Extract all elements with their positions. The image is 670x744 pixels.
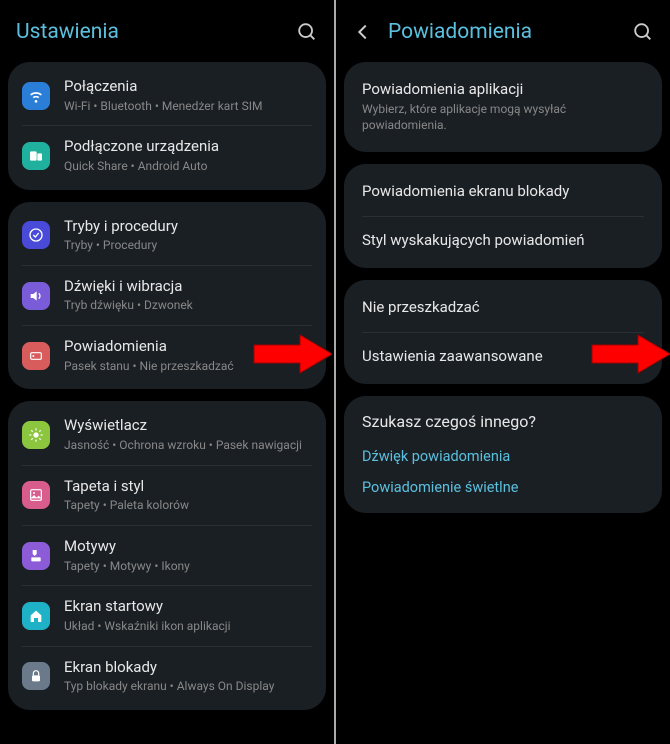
settings-row[interactable]: Podłączone urządzeniaQuick Share • Andro…: [8, 126, 326, 185]
search-icon[interactable]: [632, 21, 654, 43]
notif-icon: [22, 342, 50, 370]
settings-row[interactable]: MotywyTapety • Motywy • Ikony: [8, 526, 326, 585]
settings-row[interactable]: Tryby i proceduryTryby • Procedury: [8, 206, 326, 265]
notif-row[interactable]: Ustawienia zaawansowane: [344, 333, 662, 381]
highlight-arrow-icon: [590, 333, 670, 379]
row-title: Wyświetlacz: [64, 416, 312, 436]
row-subtitle: Wybierz, które aplikacje mogą wysyłać po…: [362, 101, 644, 135]
row-title: Motywy: [64, 537, 312, 557]
row-subtitle: Typ blokady ekranu • Always On Display: [64, 678, 312, 695]
notif-row[interactable]: Nie przeszkadzać: [344, 284, 662, 332]
notif-row[interactable]: Styl wyskakujących powiadomień: [344, 217, 662, 265]
wallpaper-icon: [22, 481, 50, 509]
header: Ustawienia: [0, 0, 334, 62]
themes-icon: [22, 542, 50, 570]
related-link[interactable]: Dźwięk powiadomienia: [362, 441, 644, 472]
notif-row[interactable]: Powiadomienia ekranu blokady: [344, 168, 662, 216]
notif-row[interactable]: Powiadomienia aplikacjiWybierz, które ap…: [344, 66, 662, 148]
row-subtitle: Quick Share • Android Auto: [64, 158, 312, 175]
row-title: Nie przeszkadzać: [362, 298, 644, 318]
settings-row[interactable]: PołączeniaWi-Fi • Bluetooth • Menedżer k…: [8, 66, 326, 125]
row-title: Dźwięki i wibracja: [64, 277, 312, 297]
page-title: Ustawienia: [16, 20, 119, 44]
search-icon[interactable]: [296, 21, 318, 43]
settings-row[interactable]: Dźwięki i wibracjaTryb dźwięku • Dzwonek: [8, 266, 326, 325]
settings-row[interactable]: Tapeta i stylTapety • Paleta kolorów: [8, 466, 326, 525]
row-subtitle: Wi-Fi • Bluetooth • Menedżer kart SIM: [64, 98, 312, 115]
settings-screen: Ustawienia PołączeniaWi-Fi • Bluetooth •…: [0, 0, 334, 744]
row-subtitle: Tryb dźwięku • Dzwonek: [64, 297, 312, 314]
home-icon: [22, 602, 50, 630]
header: Powiadomienia: [336, 0, 670, 62]
modes-icon: [22, 221, 50, 249]
row-title: Tryby i procedury: [64, 217, 312, 237]
row-title: Ekran startowy: [64, 597, 312, 617]
looking-for-more: Szukasz czegoś innego?Dźwięk powiadomien…: [344, 396, 662, 513]
notif-group: Powiadomienia ekranu blokady Styl wyskaku…: [344, 164, 662, 268]
row-subtitle: Układ • Wskaźniki ikon aplikacji: [64, 618, 312, 635]
row-subtitle: Tapety • Motywy • Ikony: [64, 558, 312, 575]
notifications-screen: Powiadomienia Powiadomienia aplikacjiWyb…: [336, 0, 670, 744]
lock-icon: [22, 662, 50, 690]
back-icon[interactable]: [352, 21, 374, 43]
settings-group: PołączeniaWi-Fi • Bluetooth • Menedżer k…: [8, 62, 326, 190]
row-title: Ekran blokady: [64, 658, 312, 678]
settings-row[interactable]: Ekran blokadyTyp blokady ekranu • Always…: [8, 647, 326, 706]
related-link[interactable]: Powiadomienie świetlne: [362, 472, 644, 503]
row-title: Podłączone urządzenia: [64, 137, 312, 157]
settings-group: Tryby i proceduryTryby • ProceduryDźwięk…: [8, 202, 326, 390]
settings-row[interactable]: Ekran startowyUkład • Wskaźniki ikon apl…: [8, 586, 326, 645]
row-title: Styl wyskakujących powiadomień: [362, 231, 644, 251]
sound-icon: [22, 282, 50, 310]
notif-group: Powiadomienia aplikacjiWybierz, które ap…: [344, 62, 662, 152]
notif-group: Nie przeszkadzać Ustawienia zaawansowane: [344, 280, 662, 384]
wifi-icon: [22, 82, 50, 110]
row-subtitle: Tapety • Paleta kolorów: [64, 497, 312, 514]
settings-group: WyświetlaczJasność • Ochrona wzroku • Pa…: [8, 401, 326, 709]
settings-row[interactable]: WyświetlaczJasność • Ochrona wzroku • Pa…: [8, 405, 326, 464]
row-subtitle: Tryby • Procedury: [64, 237, 312, 254]
devices-icon: [22, 142, 50, 170]
settings-row[interactable]: PowiadomieniaPasek stanu • Nie przeszkad…: [8, 326, 326, 385]
display-icon: [22, 421, 50, 449]
looking-for-title: Szukasz czegoś innego?: [362, 410, 644, 441]
row-title: Powiadomienia aplikacji: [362, 80, 644, 100]
row-subtitle: Jasność • Ochrona wzroku • Pasek nawigac…: [64, 437, 312, 454]
page-title: Powiadomienia: [388, 20, 532, 44]
highlight-arrow-icon: [252, 333, 332, 379]
row-title: Powiadomienia ekranu blokady: [362, 182, 644, 202]
row-title: Tapeta i styl: [64, 477, 312, 497]
row-title: Połączenia: [64, 77, 312, 97]
